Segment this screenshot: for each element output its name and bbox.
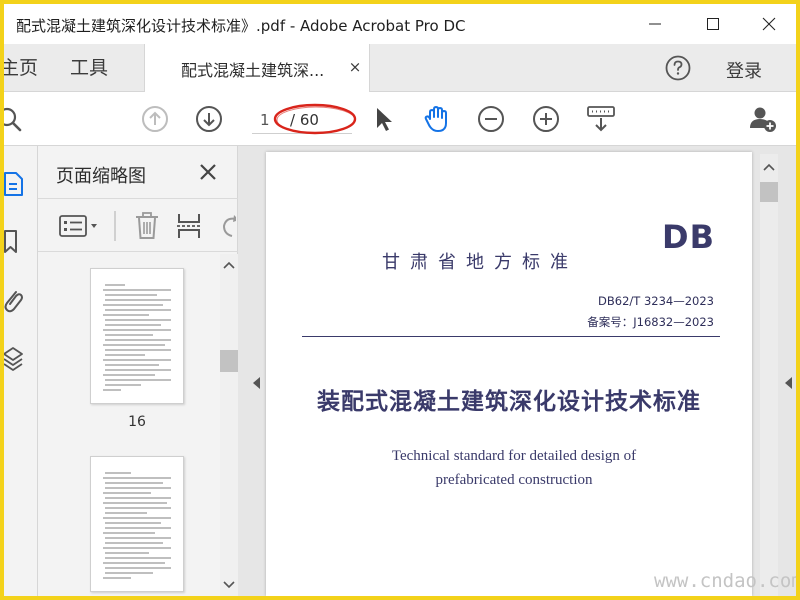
chevron-up-icon: [763, 163, 775, 171]
title-bar: 配式混凝土建筑深化设计技术标准》.pdf - Adobe Acrobat Pro…: [4, 4, 796, 44]
bookmarks-button[interactable]: [4, 228, 22, 256]
close-window-button[interactable]: [740, 4, 796, 44]
tab-home[interactable]: 主页: [4, 44, 38, 92]
layers-button[interactable]: [4, 344, 24, 374]
list-options-icon: [59, 215, 97, 237]
page-thumbnails-icon: [4, 172, 23, 196]
thumbnail-page-label: 16: [128, 414, 146, 430]
close-icon: [200, 164, 216, 180]
page-down-icon: [196, 106, 222, 132]
expand-right-pane-icon[interactable]: [784, 376, 794, 390]
close-icon: [762, 17, 776, 31]
next-page-button[interactable]: [194, 104, 224, 134]
paperclip-icon: [4, 291, 23, 313]
thumbnail-list: 16: [38, 254, 220, 596]
maximize-icon: [707, 18, 719, 30]
zoom-out-icon: [478, 106, 504, 132]
sign-in-link[interactable]: 登录: [726, 57, 762, 83]
share-button[interactable]: [748, 104, 778, 134]
window-title: 配式混凝土建筑深化设计技术标准》.pdf - Adobe Acrobat Pro…: [16, 17, 466, 35]
layers-icon: [4, 347, 23, 371]
page-thumbnail[interactable]: [90, 456, 184, 592]
minimize-button[interactable]: [626, 4, 684, 44]
keyboard-scroll-icon: [587, 106, 615, 132]
standard-number: DB62/T 3234—2023: [598, 294, 714, 308]
add-user-icon: [750, 107, 776, 132]
tab-tools[interactable]: 工具: [70, 44, 108, 92]
rotate-page-button[interactable]: [216, 211, 236, 241]
zoom-out-button[interactable]: [476, 104, 506, 134]
hand-tool-icon: [424, 106, 447, 132]
document-title-chinese: 装配式混凝土建筑深化设计技术标准: [317, 388, 701, 415]
extract-pages-button[interactable]: [176, 211, 202, 241]
trash-icon: [136, 212, 158, 239]
collapse-left-pane-icon[interactable]: [252, 376, 262, 390]
scrollbar-thumb[interactable]: [220, 350, 238, 372]
search-button[interactable]: [4, 104, 26, 134]
minimize-icon: [649, 23, 661, 25]
document-title-english-line-1: Technical standard for detailed design o…: [391, 448, 637, 464]
main-toolbar: / 60: [4, 92, 796, 146]
maximize-button[interactable]: [684, 4, 742, 44]
thumbnails-panel: 页面缩略图 16: [38, 146, 238, 596]
page-thumbnails-button[interactable]: [4, 170, 26, 198]
thumbnail-text-lines: [103, 284, 171, 391]
panel-pointer: [38, 172, 47, 190]
document-tab-close-button[interactable]: ×: [348, 58, 362, 76]
hand-tool-button[interactable]: [422, 104, 452, 134]
page-thumbnail[interactable]: [90, 268, 184, 404]
previous-page-button[interactable]: [140, 104, 170, 134]
help-button[interactable]: [664, 54, 692, 82]
document-scrollbar[interactable]: [760, 154, 778, 596]
options-menu-button[interactable]: [58, 213, 106, 239]
select-pointer-icon: [377, 108, 392, 131]
help-icon: [665, 55, 691, 81]
pdf-page: DB 甘肃省地方标准 DB62/T 3234—2023 备案号：J16832—2…: [266, 152, 752, 596]
chevron-down-icon: [223, 581, 235, 589]
record-number: 备案号：J16832—2023: [587, 315, 714, 329]
rotate-icon: [222, 215, 236, 237]
thumbnail-scrollbar[interactable]: [220, 254, 238, 596]
issuing-organization: 甘肃省地方标准: [382, 252, 578, 273]
attachments-button[interactable]: [4, 286, 24, 316]
delete-page-button[interactable]: [134, 211, 160, 241]
thumbnail-text-lines: [103, 472, 171, 579]
select-tool-button[interactable]: [368, 104, 398, 134]
acrobat-window: 配式混凝土建筑深化设计技术标准》.pdf - Adobe Acrobat Pro…: [4, 4, 796, 596]
split-pages-icon: [177, 214, 201, 238]
toolbar-divider: [114, 211, 116, 241]
panel-close-button[interactable]: [198, 162, 218, 182]
bookmark-icon: [4, 230, 17, 253]
panel-title: 页面缩略图: [56, 166, 146, 187]
site-watermark: www.cndao.com: [654, 570, 796, 592]
navigation-rail: [4, 146, 38, 596]
thumbnail-toolbar: [38, 198, 238, 252]
document-viewport[interactable]: DB 甘肃省地方标准 DB62/T 3234—2023 备案号：J16832—2…: [238, 146, 796, 596]
search-icon: [4, 107, 22, 132]
document-tab-label: 配式混凝土建筑深...: [181, 61, 325, 80]
annotation-highlight-ring: [272, 102, 358, 136]
scroll-mode-button[interactable]: [586, 104, 616, 134]
zoom-in-button[interactable]: [531, 104, 561, 134]
page-up-icon: [142, 106, 168, 132]
document-title-english-line-2: prefabricated construction: [435, 472, 593, 488]
db-mark: DB: [662, 218, 715, 256]
zoom-in-icon: [533, 106, 559, 132]
chevron-up-icon: [223, 261, 235, 269]
tab-bar: 主页 工具 配式混凝土建筑深... × 登录: [4, 44, 796, 92]
scrollbar-thumb[interactable]: [760, 182, 778, 202]
tab-document[interactable]: 配式混凝土建筑深... ×: [144, 44, 370, 92]
header-rule: [302, 336, 720, 337]
